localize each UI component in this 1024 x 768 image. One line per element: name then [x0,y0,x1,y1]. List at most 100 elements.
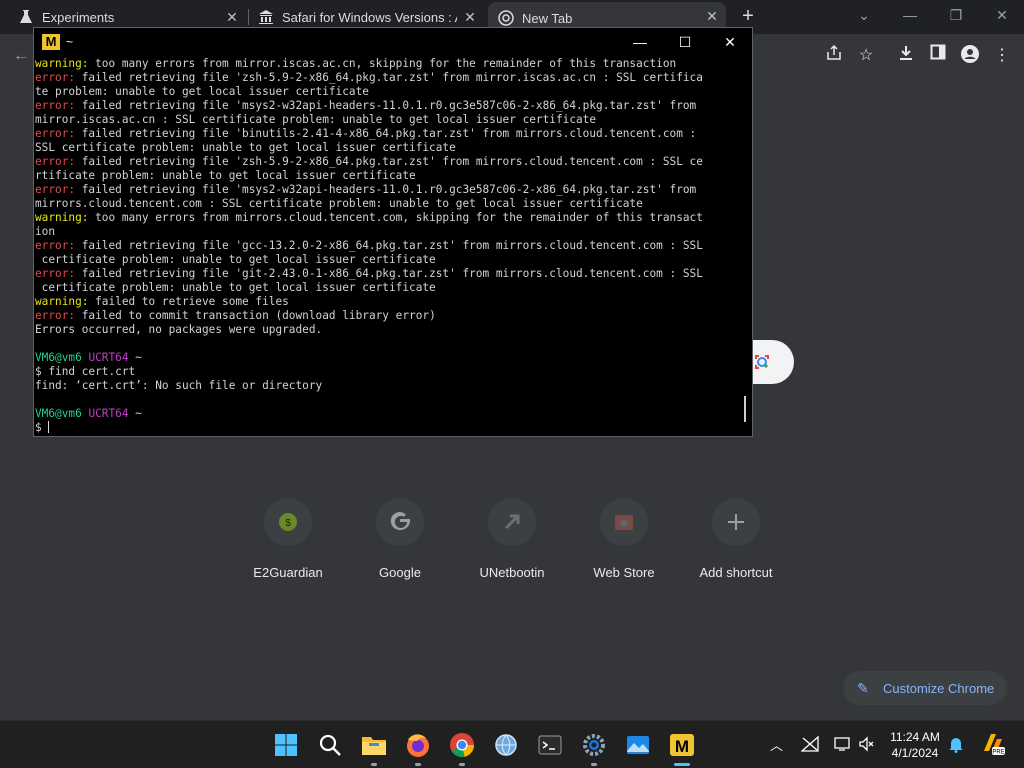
running-indicator [415,763,421,766]
close-tab-icon[interactable]: ✕ [704,8,720,24]
shortcut-web-store[interactable]: Web Store [568,498,680,580]
customize-chrome-button[interactable]: ✎ Customize Chrome [843,671,1007,705]
terminal-text-segment: $ [35,421,49,434]
search-icon[interactable] [316,731,344,759]
photos-icon[interactable] [624,731,652,759]
chrome-icon[interactable] [448,731,476,759]
terminal-title: ~ [66,35,74,49]
shortcut-google[interactable]: Google [344,498,456,580]
webstore-icon [600,498,648,546]
tab-title: Safari for Windows Versions : Ap [282,9,457,25]
maximize-icon[interactable]: ☐ [674,32,696,52]
shortcut-unetbootin[interactable]: UNetbootin [456,498,568,580]
svg-text:M: M [675,737,689,756]
terminal-text-segment: failed to retrieve some files [88,295,289,308]
display-icon[interactable] [834,736,852,755]
terminal-line: rtificate problem: unable to get local i… [35,169,740,183]
terminal-line: ion [35,225,740,239]
active-indicator [674,763,690,766]
terminal-text-segment: warning: [35,211,89,224]
shortcut-label: Google [379,565,421,580]
sidepanel-icon[interactable] [926,44,950,68]
e2guardian-icon: $ [264,498,312,546]
close-tab-icon[interactable]: ✕ [224,9,240,25]
terminal-text-segment: error: [35,267,76,280]
terminal-scrollbar[interactable] [744,396,746,422]
terminal-text-segment: Errors occurred, no packages were upgrad… [35,323,323,336]
profile-icon[interactable] [958,44,982,68]
shortcut-label: E2Guardian [253,565,323,580]
terminal-text-segment: error: [35,239,76,252]
terminal-text-segment: failed to commit transaction (download l… [75,309,436,322]
close-icon[interactable]: ✕ [990,4,1014,26]
new-tab-button[interactable]: + [736,5,760,29]
terminal-text-segment: certificate problem: unable to get local… [35,281,436,294]
close-icon[interactable]: ✕ [719,32,741,52]
msys2-icon[interactable]: M [668,731,696,759]
copilot-pre-icon[interactable]: PRE [980,731,1006,760]
msys2-icon: M [42,34,60,50]
terminal-text-segment: error: [35,71,76,84]
terminal-line: $ find cert.crt [35,365,740,379]
terminal-text-segment: ion [35,225,56,238]
tab-search-icon[interactable]: ⌄ [852,4,876,26]
terminal-text-segment: error: [35,309,76,322]
terminal-text-segment: warning: [35,57,89,70]
tab-divider [248,9,249,25]
terminal-line: te problem: unable to get local issuer c… [35,85,740,99]
terminal-text-segment: ~ [128,351,142,364]
search-box[interactable] [752,340,794,384]
close-tab-icon[interactable]: ✕ [462,9,478,25]
terminal-line: error: failed retrieving file 'zsh-5.9-2… [35,155,740,169]
speaker-muted-icon[interactable] [858,736,876,755]
terminal-line: error: failed retrieving file 'binutils-… [35,127,740,141]
terminal-text-segment: rtificate problem: unable to get local i… [35,169,416,182]
terminal-window[interactable]: M ~ — ☐ ✕ warning: too many errors from … [33,27,753,437]
network-globe-icon[interactable] [492,731,520,759]
terminal-output[interactable]: warning: too many errors from mirror.isc… [35,57,740,435]
terminal-line: error: failed retrieving file 'zsh-5.9-2… [35,71,740,85]
terminal-text-segment: error: [35,155,76,168]
shortcut-label: Web Store [593,565,655,580]
start-icon[interactable] [272,731,300,759]
terminal-text-segment: failed retrieving file 'zsh-5.9-2-x86_64… [75,71,703,84]
terminal-titlebar[interactable]: M ~ — ☐ ✕ [34,28,752,56]
pencil-icon: ✎ [857,679,869,696]
terminal-text-segment: mirror.iscas.ac.cn : SSL certificate pro… [35,113,597,126]
minimize-icon[interactable]: — [898,4,922,26]
google-lens-icon[interactable] [754,354,770,370]
terminal-text-segment: failed retrieving file 'gcc-13.2.0-2-x86… [75,239,703,252]
shortcut-e2guardian[interactable]: $ E2Guardian [232,498,344,580]
file-explorer-icon[interactable] [360,731,388,759]
terminal-line: warning: too many errors from mirror.isc… [35,57,740,71]
share-icon[interactable] [822,44,846,68]
plus-icon [712,498,760,546]
star-icon[interactable]: ☆ [854,44,878,68]
clock[interactable]: 11:24 AM 4/1/2024 [882,729,948,761]
network-offline-icon[interactable] [800,735,819,755]
settings-icon[interactable] [580,731,608,759]
terminal-line: VM6@vm6 UCRT64 ~ [35,407,740,421]
menu-icon[interactable]: ⋮ [990,44,1014,68]
terminal-text-segment: failed retrieving file 'zsh-5.9-2-x86_64… [75,155,703,168]
bell-icon[interactable] [948,735,964,756]
terminal-line: certificate problem: unable to get local… [35,253,740,267]
flask-icon [18,9,34,25]
restore-icon[interactable]: ❐ [944,4,968,26]
back-icon[interactable]: ← [9,44,33,68]
terminal-line: warning: failed to retrieve some files [35,295,740,309]
terminal-icon[interactable] [536,731,564,759]
terminal-text-segment: VM6@vm6 [35,351,82,364]
shortcut-add[interactable]: Add shortcut [680,498,792,580]
taskbar: M ︿ 11:24 AM 4/1/2024 PRE [0,720,1024,768]
clock-time: 11:24 AM [890,730,940,744]
terminal-line: error: failed to commit transaction (dow… [35,309,740,323]
minimize-icon[interactable]: — [629,32,651,52]
download-icon[interactable] [894,44,918,68]
shortcut-label: Add shortcut [699,565,773,580]
running-indicator [459,763,465,766]
terminal-line: mirrors.cloud.tencent.com : SSL certific… [35,197,740,211]
firefox-icon[interactable] [404,731,432,759]
chevron-up-icon[interactable]: ︿ [770,735,783,754]
